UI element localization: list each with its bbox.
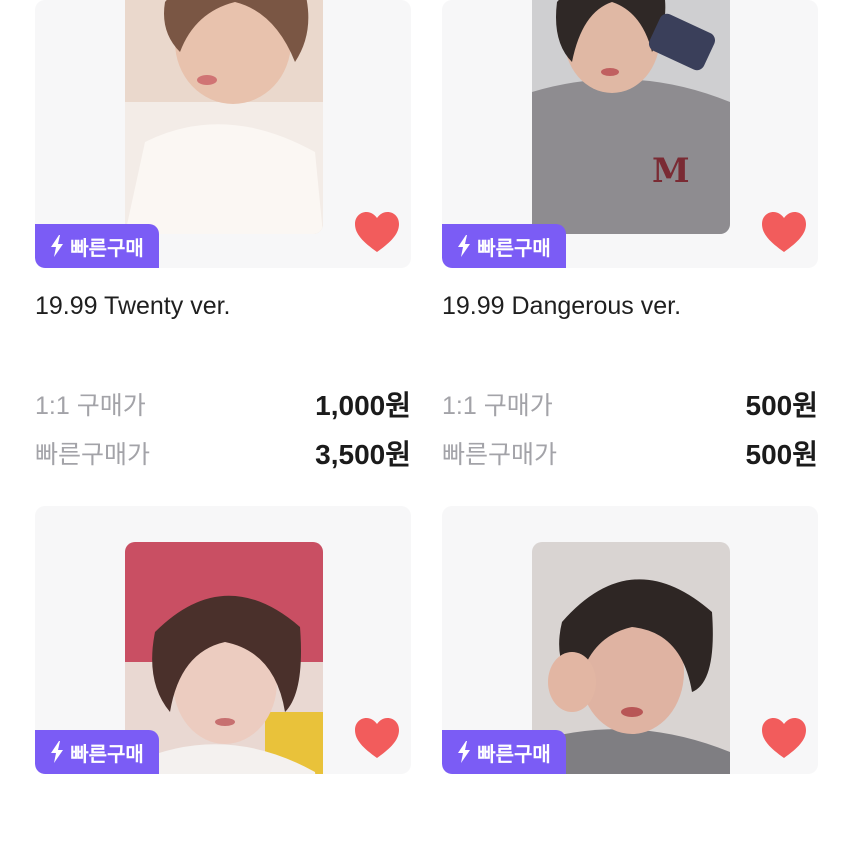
- product-title[interactable]: 19.99 Twenty ver.: [35, 292, 231, 321]
- product-card[interactable]: 빠른구매: [35, 506, 411, 856]
- price-row-one-to-one: 1:1 구매가 500원: [442, 384, 818, 424]
- badge-label: 빠른구매: [70, 743, 144, 766]
- price-value: 1,000원: [315, 390, 411, 421]
- svg-text:M: M: [652, 151, 690, 191]
- heart-icon[interactable]: [353, 716, 401, 760]
- heart-icon[interactable]: [760, 716, 808, 760]
- lightning-icon: [51, 235, 64, 257]
- price-value: 500원: [745, 390, 818, 421]
- product-photo: M: [532, 0, 730, 234]
- product-card[interactable]: M 빠른구매: [442, 506, 818, 856]
- badge-label: 빠른구매: [70, 237, 144, 260]
- price-label: 빠른구매가: [442, 441, 558, 469]
- product-image-area[interactable]: 빠른구매: [35, 0, 411, 268]
- badge-label: 빠른구매: [477, 237, 551, 260]
- quick-buy-badge: 빠른구매: [35, 730, 159, 774]
- product-card[interactable]: M 빠른구매 19.99 Dangerous ver. 1:1 구매가 500원…: [442, 0, 818, 470]
- product-photo: [125, 0, 323, 234]
- product-card[interactable]: 빠른구매 19.99 Twenty ver. 1:1 구매가 1,000원 빠른…: [35, 0, 411, 470]
- quick-buy-badge: 빠른구매: [442, 730, 566, 774]
- badge-label: 빠른구매: [477, 743, 551, 766]
- heart-icon[interactable]: [760, 210, 808, 254]
- product-image-area[interactable]: M 빠른구매: [442, 0, 818, 268]
- quick-buy-badge: 빠른구매: [442, 224, 566, 268]
- product-title[interactable]: 19.99 Dangerous ver.: [442, 292, 681, 321]
- lightning-icon: [51, 741, 64, 763]
- price-value: 3,500원: [315, 439, 411, 470]
- product-image-area[interactable]: M 빠른구매: [442, 506, 818, 774]
- price-label: 1:1 구매가: [442, 392, 553, 420]
- lightning-icon: [458, 235, 471, 257]
- price-row-quick-buy: 빠른구매가 3,500원: [35, 433, 411, 473]
- product-image-area[interactable]: 빠른구매: [35, 506, 411, 774]
- price-row-one-to-one: 1:1 구매가 1,000원: [35, 384, 411, 424]
- price-label: 1:1 구매가: [35, 392, 146, 420]
- price-row-quick-buy: 빠른구매가 500원: [442, 433, 818, 473]
- lightning-icon: [458, 741, 471, 763]
- quick-buy-badge: 빠른구매: [35, 224, 159, 268]
- price-label: 빠른구매가: [35, 441, 151, 469]
- heart-icon[interactable]: [353, 210, 401, 254]
- price-value: 500원: [745, 439, 818, 470]
